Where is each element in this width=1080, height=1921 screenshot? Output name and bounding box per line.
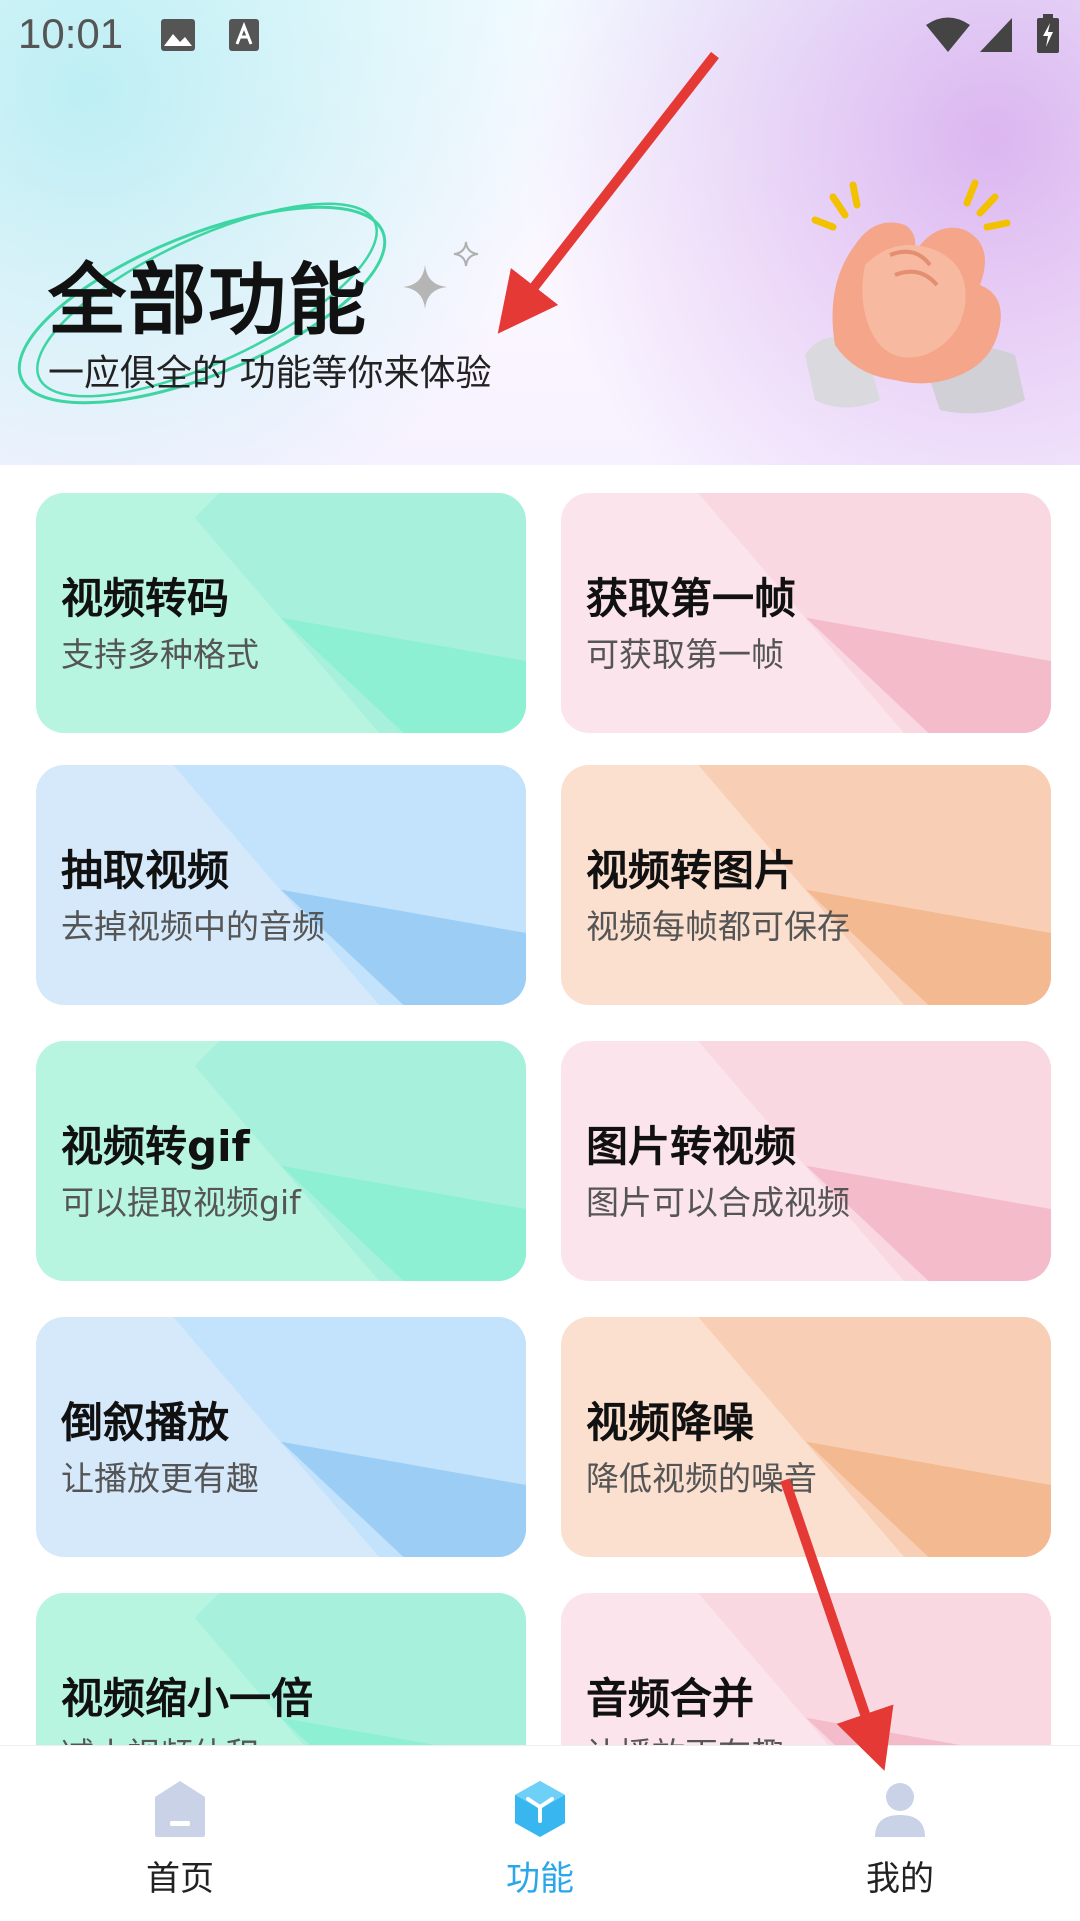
feature-card-video-to-gif[interactable]: 视频转gif 可以提取视频gif — [36, 1041, 526, 1281]
bottom-navigation: 首页 功能 我的 — [0, 1745, 1080, 1920]
nav-label-home: 首页 — [146, 1859, 214, 1899]
feature-card-video-shrink[interactable]: 视频缩小一倍 减小视频体积 — [36, 1593, 526, 1745]
text-notification-icon — [228, 18, 260, 56]
feature-card-reverse-play[interactable]: 倒叙播放 让播放更有趣 — [36, 1317, 526, 1557]
feature-grid: 视频转码 支持多种格式 获取第一帧 可获取第一帧 抽取视频 去掉视频中的音频 视… — [0, 465, 1080, 1745]
card-title: 视频缩小一倍 — [61, 1674, 314, 1723]
feature-card-audio-merge[interactable]: 音频合并 让播放更有趣 — [561, 1593, 1051, 1745]
status-time: 10:01 — [18, 10, 124, 57]
feature-card-video-to-image[interactable]: 视频转图片 视频每帧都可保存 — [561, 765, 1051, 1005]
card-title: 视频转gif — [61, 1122, 250, 1171]
feature-card-extract-video[interactable]: 抽取视频 去掉视频中的音频 — [36, 765, 526, 1005]
status-bar: 10:01 — [0, 0, 1080, 72]
feature-card-video-denoise[interactable]: 视频降噪 降低视频的噪音 — [561, 1317, 1051, 1557]
card-subtitle: 让播放更有趣 — [586, 1728, 784, 1745]
nav-label-mine: 我的 — [866, 1859, 934, 1899]
card-title: 倒叙播放 — [61, 1398, 230, 1447]
card-title: 视频降噪 — [586, 1398, 755, 1447]
signal-icon — [978, 16, 1014, 58]
gallery-notification-icon — [160, 18, 196, 56]
card-title: 获取第一帧 — [586, 574, 797, 623]
card-subtitle: 减小视频体积 — [61, 1728, 259, 1745]
cube-icon — [515, 1781, 565, 1837]
nav-item-features[interactable]: 功能 — [440, 1746, 640, 1921]
sparkle-icon — [403, 241, 479, 309]
feature-card-first-frame[interactable]: 获取第一帧 可获取第一帧 — [561, 493, 1051, 733]
card-title: 图片转视频 — [586, 1122, 797, 1171]
user-icon — [875, 1783, 925, 1837]
feature-card-image-to-video[interactable]: 图片转视频 图片可以合成视频 — [561, 1041, 1051, 1281]
card-subtitle: 图片可以合成视频 — [586, 1183, 850, 1222]
card-subtitle: 可以提取视频gif — [61, 1183, 301, 1222]
card-subtitle: 让播放更有趣 — [61, 1459, 259, 1498]
page-subtitle: 一应俱全的 功能等你来体验 — [48, 353, 492, 394]
battery-charging-icon — [1036, 14, 1060, 58]
card-title: 视频转码 — [61, 574, 230, 623]
card-title: 视频转图片 — [586, 846, 797, 895]
card-subtitle: 降低视频的噪音 — [586, 1459, 817, 1498]
card-subtitle: 支持多种格式 — [61, 635, 259, 674]
card-subtitle: 可获取第一帧 — [586, 635, 784, 674]
nav-item-home[interactable]: 首页 — [80, 1746, 280, 1921]
nav-label-features: 功能 — [506, 1859, 574, 1899]
header-banner: 10:01 全部功能 一应俱全的 功能等你来体验 — [0, 0, 1080, 465]
page-title: 全部功能 — [48, 256, 369, 346]
card-title: 抽取视频 — [61, 846, 230, 895]
home-icon — [155, 1781, 205, 1837]
nav-item-mine[interactable]: 我的 — [800, 1746, 1000, 1921]
wifi-icon — [925, 16, 971, 58]
clapping-hands-icon — [805, 179, 1025, 414]
card-subtitle: 去掉视频中的音频 — [61, 907, 325, 946]
feature-card-video-transcode[interactable]: 视频转码 支持多种格式 — [36, 493, 526, 733]
card-title: 音频合并 — [586, 1674, 755, 1723]
card-subtitle: 视频每帧都可保存 — [586, 907, 850, 946]
